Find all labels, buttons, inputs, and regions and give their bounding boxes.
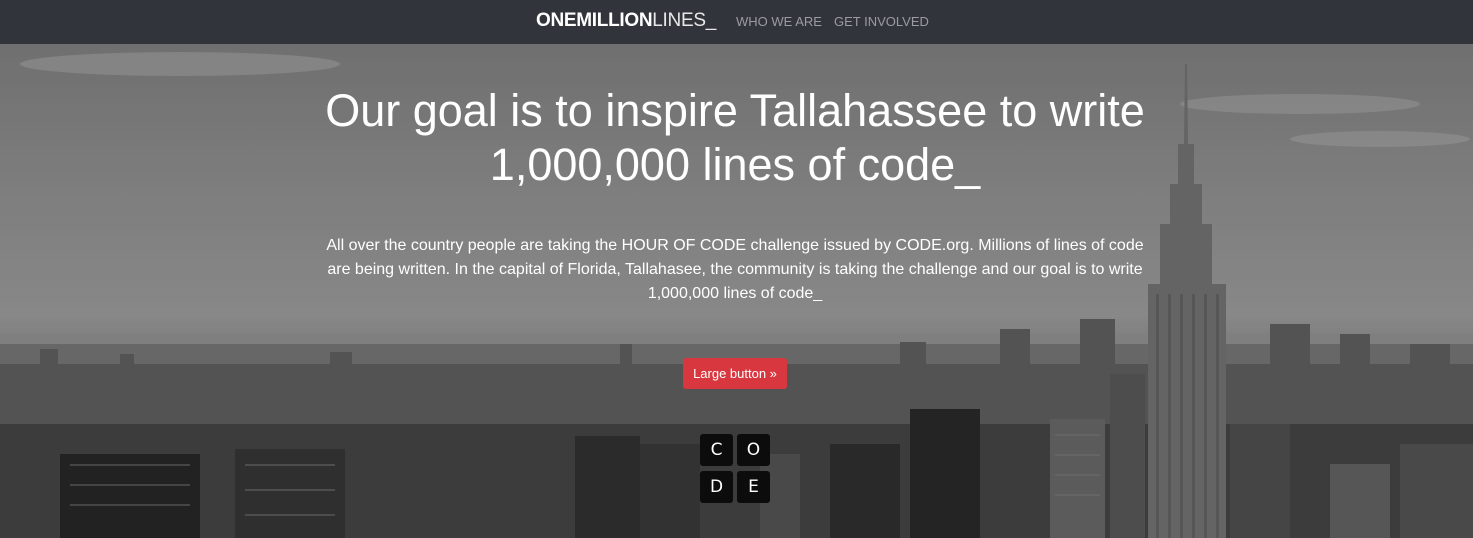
nav-link-get-involved[interactable]: GET INVOLVED (834, 14, 929, 30)
large-button[interactable]: Large button » (683, 358, 787, 389)
code-logo-letter-d: D (700, 471, 733, 503)
code-logo-letter-e: E (737, 471, 770, 503)
code-logo-letter-c: C (700, 434, 733, 466)
hero-headline: Our goal is to inspire Tallahassee to wr… (325, 85, 1145, 190)
code-logo-letter-o: O (737, 434, 770, 466)
brand-logo-light: LINES_ (652, 10, 716, 31)
code-org-logo[interactable]: C O D E (700, 434, 770, 504)
nav-link-who-we-are[interactable]: WHO WE ARE (736, 14, 822, 30)
hero-section: Our goal is to inspire Tallahassee to wr… (0, 44, 1473, 538)
hero-lead-paragraph: All over the country people are taking t… (326, 237, 1144, 302)
brand-logo[interactable]: ONEMILLIONLINES_ (536, 10, 716, 32)
brand-logo-bold: ONEMILLION (536, 10, 653, 31)
top-navbar: ONEMILLIONLINES_ WHO WE ARE GET INVOLVED (0, 0, 1473, 44)
